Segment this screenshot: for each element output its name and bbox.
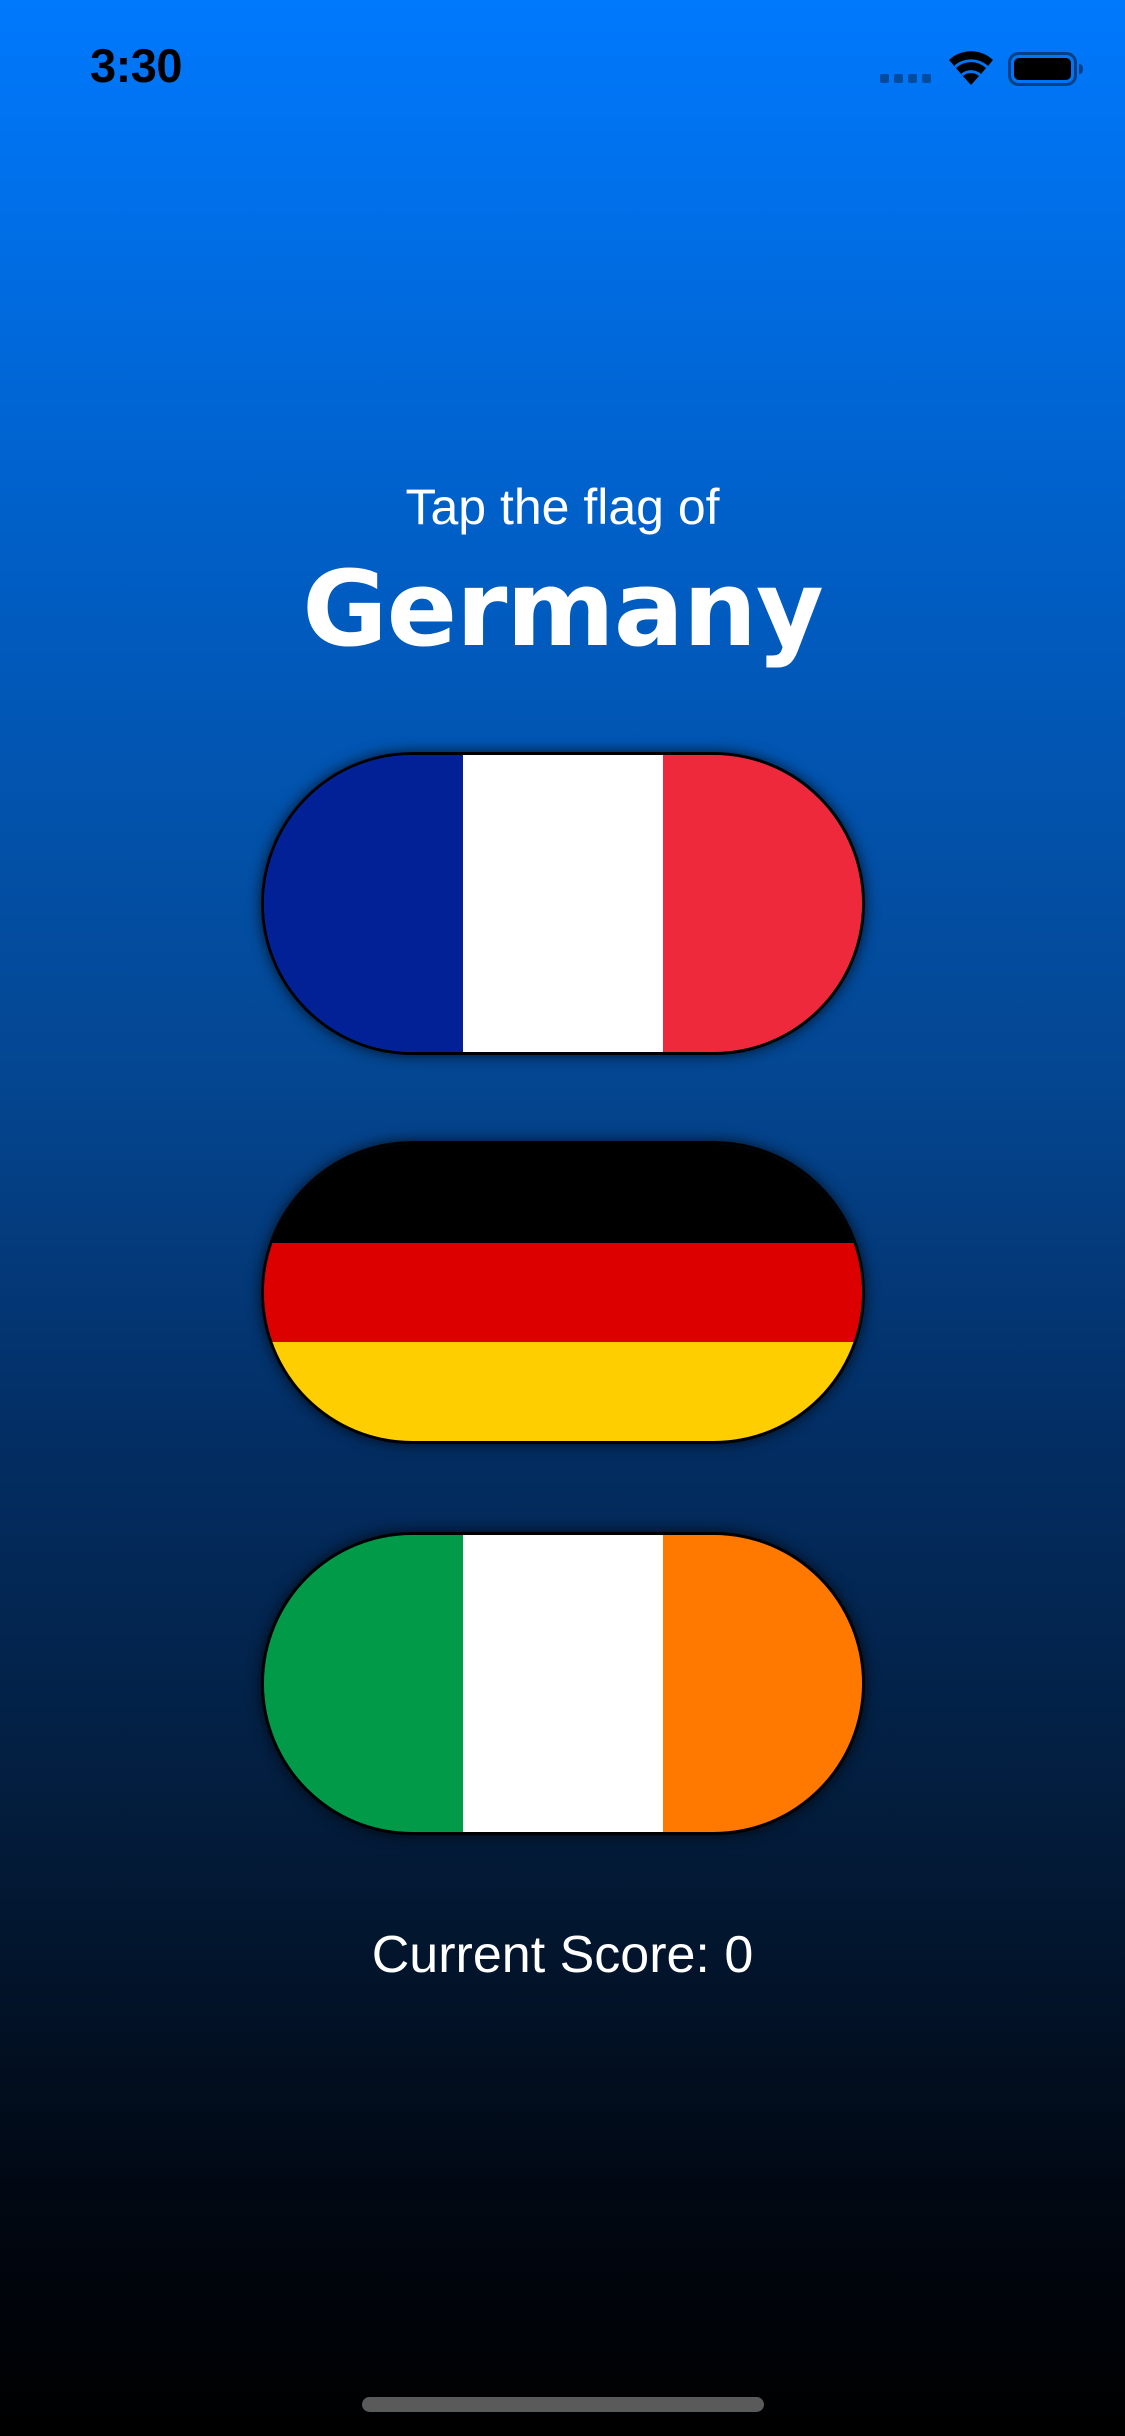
flag-stripe-gold bbox=[264, 1342, 862, 1441]
flag-stripe-white bbox=[463, 1535, 663, 1832]
flag-ireland bbox=[264, 1535, 862, 1832]
flag-button-ireland[interactable] bbox=[261, 1532, 865, 1835]
flag-button-france[interactable] bbox=[261, 752, 865, 1055]
flag-germany bbox=[264, 1144, 862, 1441]
current-score: Current Score: 0 bbox=[371, 1926, 754, 1984]
status-bar: 3:30 bbox=[0, 0, 1125, 132]
wifi-icon bbox=[949, 51, 993, 85]
target-country: Germany bbox=[302, 548, 824, 670]
flag-stripe-blue bbox=[264, 755, 464, 1052]
flag-stripe-black bbox=[264, 1144, 862, 1243]
flag-stripe-red bbox=[264, 1243, 862, 1342]
flag-stripe-orange bbox=[662, 1535, 862, 1832]
flag-stripe-green bbox=[264, 1535, 464, 1832]
flag-stripe-white bbox=[463, 755, 663, 1052]
status-time: 3:30 bbox=[90, 39, 183, 92]
cellular-signal-icon bbox=[880, 74, 934, 84]
home-indicator[interactable] bbox=[362, 2397, 764, 2412]
flag-button-germany[interactable] bbox=[261, 1141, 865, 1444]
prompt-instruction: Tap the flag of bbox=[405, 479, 720, 535]
battery-icon bbox=[1008, 52, 1083, 86]
flag-stripe-red bbox=[662, 755, 862, 1052]
flag-france bbox=[264, 755, 862, 1052]
